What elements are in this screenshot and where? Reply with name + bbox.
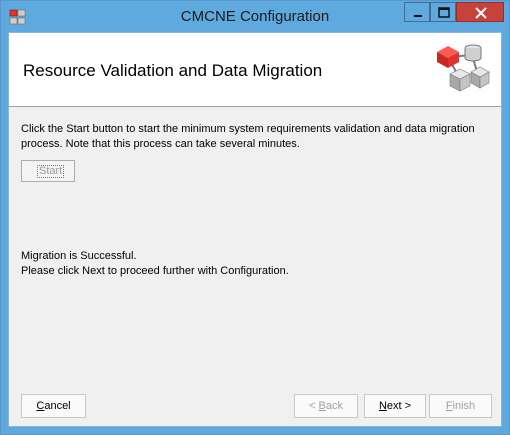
next-button[interactable]: Next > (364, 394, 426, 418)
finish-mnemonic: F (445, 400, 453, 412)
back-label-prefix: < (309, 400, 319, 412)
instructions-text: Click the Start button to start the mini… (21, 123, 475, 150)
minimize-button[interactable] (404, 2, 430, 22)
migration-status-text: Migration is Successful. (21, 250, 137, 262)
finish-label-rest: inish (452, 400, 476, 412)
next-mnemonic: N (378, 400, 387, 412)
close-button[interactable] (456, 2, 504, 22)
minimize-icon (414, 15, 422, 17)
close-icon (475, 7, 487, 19)
title-bar[interactable]: CMCNE Configuration (1, 1, 509, 32)
maximize-icon (438, 7, 450, 18)
back-mnemonic: B (318, 400, 326, 412)
next-label-rest: ext > (386, 400, 412, 412)
start-button-label: Start (37, 165, 65, 178)
wizard-header: Resource Validation and Data Migration (9, 33, 501, 107)
wizard-client-area: Resource Validation and Data Migration C… (8, 32, 502, 427)
next-step-text: Please click Next to proceed further wit… (21, 265, 289, 277)
finish-button[interactable]: Finish (429, 394, 492, 418)
cancel-button[interactable]: Cancel (21, 394, 86, 418)
maximize-button[interactable] (430, 2, 456, 22)
page-title: Resource Validation and Data Migration (23, 61, 323, 80)
configuration-window: CMCNE Configuration Resource Validation … (0, 0, 510, 435)
back-label-rest: ack (325, 400, 343, 412)
start-button[interactable]: Start (21, 160, 75, 182)
cancel-label-rest: ancel (44, 400, 71, 412)
back-button[interactable]: < Back (294, 394, 358, 418)
network-nodes-icon (437, 44, 490, 92)
